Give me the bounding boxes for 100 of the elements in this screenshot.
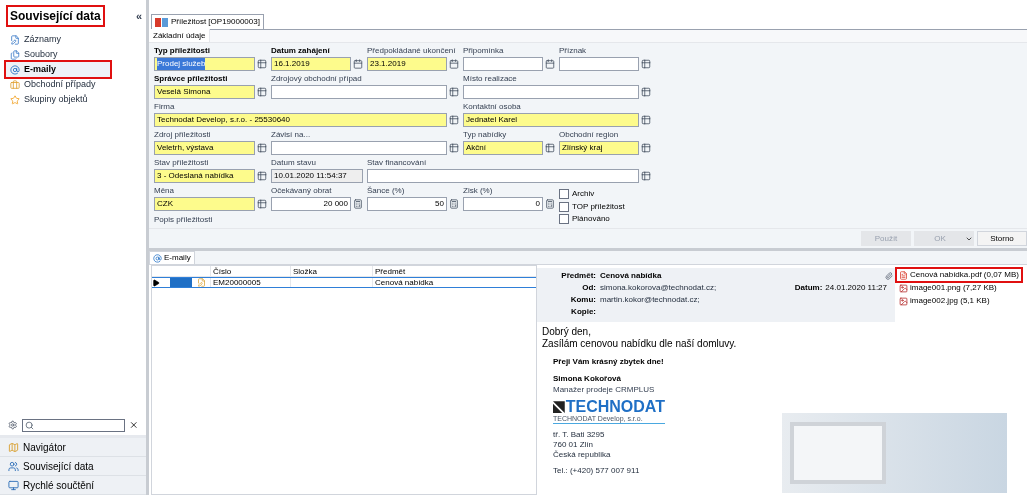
list-icon[interactable] [257, 143, 267, 153]
header-value: Cenová nabídka [600, 270, 662, 282]
files-icon [10, 49, 20, 60]
input-field[interactable]: Akční [463, 141, 543, 155]
field-label: Příznak [559, 45, 587, 57]
navigation-item[interactable]: Související data [0, 457, 146, 476]
input-field[interactable]: Zlínský kraj [559, 141, 639, 155]
collapse-button[interactable]: « [135, 7, 142, 25]
checkbox[interactable] [559, 201, 569, 212]
input-field[interactable]: Prodej služeb [154, 57, 255, 71]
list-icon[interactable] [545, 143, 555, 153]
field-label: Obchodní region [559, 129, 619, 141]
sidebar-item[interactable]: Soubory [6, 47, 140, 62]
column-header[interactable]: Číslo [210, 266, 290, 276]
list-icon[interactable] [449, 115, 459, 125]
sidebar-item[interactable]: Obchodní případy [6, 77, 140, 92]
input-field[interactable] [271, 85, 447, 99]
input-field[interactable]: 23.1.2019 [367, 57, 447, 71]
input-field[interactable]: CZK [154, 197, 255, 211]
input-field[interactable]: Jednatel Karel [463, 113, 639, 127]
map-icon [8, 441, 19, 453]
pdf-file-icon [899, 270, 908, 280]
status-cell [170, 278, 192, 287]
input-field[interactable] [367, 169, 639, 183]
calendar-icon[interactable] [449, 59, 459, 69]
table-cell: Cenová nabídka [372, 278, 536, 287]
form-tab[interactable]: Základní údaje [149, 29, 211, 42]
field-label: Místo realizace [463, 73, 517, 85]
calculator-icon[interactable] [353, 199, 363, 209]
checkbox-label: Plánováno [572, 213, 610, 224]
list-icon[interactable] [641, 143, 651, 153]
header-label: Od: [581, 282, 597, 294]
close-icon[interactable] [128, 420, 138, 430]
image-file-icon [899, 296, 908, 306]
column-header[interactable]: Předmět [372, 266, 536, 276]
action-button[interactable]: Storno [977, 231, 1027, 246]
signature-greeting: Přeji Vám krásný zbytek dne! [553, 357, 665, 367]
input-field[interactable]: Veletrh, výstava [154, 141, 255, 155]
star-icon [10, 94, 20, 105]
input-field[interactable]: 0 [463, 197, 543, 211]
list-icon[interactable] [257, 171, 267, 181]
list-icon[interactable] [257, 59, 267, 69]
users-icon [8, 460, 19, 472]
input-field[interactable]: 50 [367, 197, 447, 211]
input-field[interactable] [463, 85, 639, 99]
window-icon [155, 17, 168, 27]
field-label: Typ příležitosti [154, 45, 210, 57]
list-icon[interactable] [449, 143, 459, 153]
checkbox[interactable] [559, 188, 569, 199]
address-line: tř. T. Bati 3295 [553, 430, 606, 440]
attachment-link[interactable]: image002.jpg (5,1 KB) [897, 295, 1021, 307]
sidebar-item[interactable]: Skupiny objektů [6, 92, 140, 107]
document-tab[interactable]: Příležitost [OP19000003] [151, 14, 264, 29]
document-edit-icon [10, 34, 20, 45]
input-field[interactable]: Veselá Simona [154, 85, 255, 99]
input-field[interactable]: 20 000 [271, 197, 351, 211]
list-icon[interactable] [257, 199, 267, 209]
checkbox[interactable] [559, 213, 569, 224]
input-field[interactable]: 10.01.2020 11:54:37 [271, 169, 363, 183]
header-label: Komu: [569, 294, 597, 306]
at-sign-icon [10, 64, 20, 75]
list-icon[interactable] [257, 87, 267, 97]
row-pointer-icon [152, 278, 160, 287]
attachment-link[interactable]: Cenová nabídka.pdf (0,07 MB) [897, 269, 1021, 281]
sidebar-item[interactable]: Záznamy [6, 32, 140, 47]
calendar-icon[interactable] [545, 59, 555, 69]
address-line: Česká republika [553, 450, 612, 460]
input-field[interactable] [271, 141, 447, 155]
briefcase-icon [10, 79, 20, 90]
calendar-icon[interactable] [353, 59, 363, 69]
list-icon[interactable] [641, 171, 651, 181]
emails-tab[interactable]: E-maily [149, 251, 195, 264]
attachment-link[interactable]: image001.png (7,27 KB) [897, 282, 1021, 294]
email-row[interactable]: EM20000005 Cenová nabídka [152, 277, 536, 288]
input-field[interactable] [463, 57, 543, 71]
list-icon[interactable] [641, 59, 651, 69]
signature-role: Manažer prodeje CRMPLUS [553, 385, 656, 395]
field-label: Kontaktní osoba [463, 101, 521, 113]
sidebar-item[interactable]: E-maily [6, 62, 110, 77]
header-value: martin.kokor@technodat.cz; [600, 294, 700, 306]
navigation-item[interactable]: Navigátor [0, 438, 146, 457]
field-label: Firma [154, 101, 175, 113]
checkbox-label: TOP příležitost [572, 201, 625, 212]
header-value: simona.kokorova@technodat.cz; [600, 282, 717, 294]
input-field[interactable]: 3 - Odeslaná nabídka [154, 169, 255, 183]
input-field[interactable] [559, 57, 639, 71]
input-field[interactable]: 16.1.2019 [271, 57, 351, 71]
calculator-icon[interactable] [449, 199, 459, 209]
column-header[interactable]: Složka [290, 266, 372, 276]
list-icon[interactable] [449, 87, 459, 97]
header-label: Předmět: [560, 270, 597, 282]
list-icon[interactable] [641, 87, 651, 97]
email-icon [196, 278, 206, 287]
calculator-icon[interactable] [545, 199, 555, 209]
list-icon[interactable] [641, 115, 651, 125]
input-field[interactable]: Technodat Develop, s.r.o. - 25530640 [154, 113, 447, 127]
settings-icon[interactable] [8, 420, 18, 430]
table-cell: EM20000005 [210, 278, 290, 287]
search-field[interactable] [21, 418, 125, 432]
navigation-item[interactable]: Rychlé součtění [0, 476, 146, 495]
